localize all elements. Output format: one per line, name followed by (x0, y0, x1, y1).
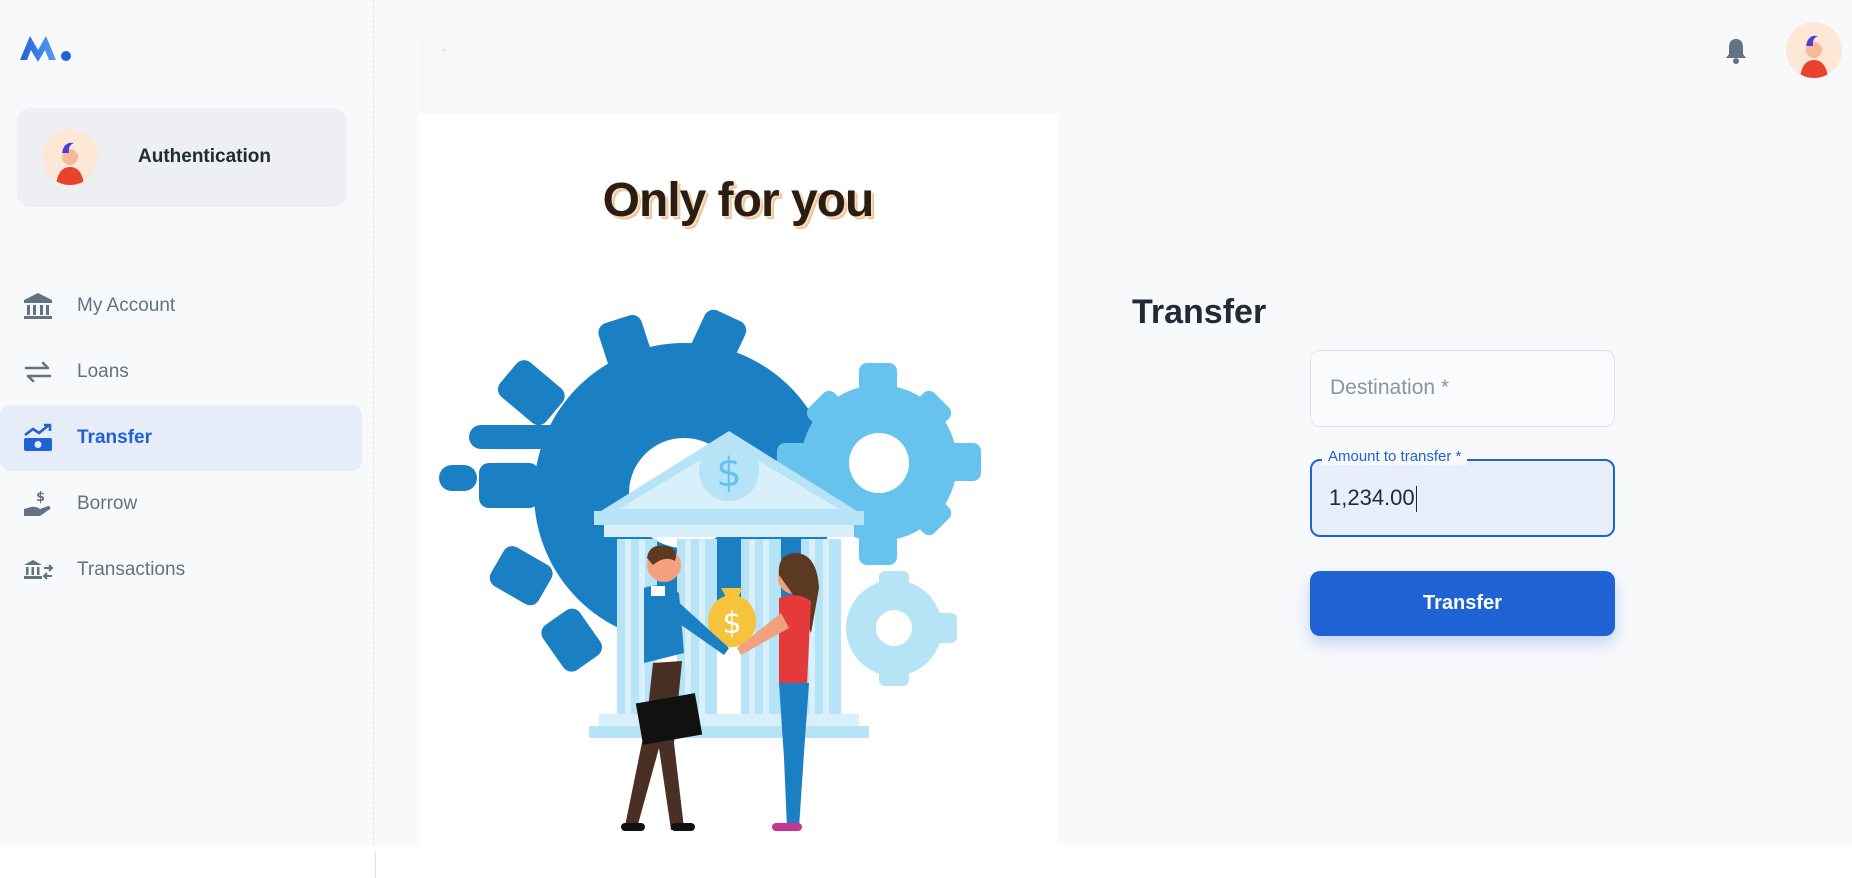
placeholder-dot: ° (442, 47, 446, 57)
sidebar-item-label: My Account (77, 295, 176, 316)
hand-dollar-icon: $ (22, 489, 54, 519)
account-card[interactable]: Authentication (17, 108, 347, 207)
amount-value: 1,234.00 (1329, 485, 1417, 513)
svg-text:$: $ (36, 490, 45, 505)
arrows-exchange-icon (22, 357, 54, 387)
sidebar-item-label: Loans (77, 361, 129, 382)
sidebar-item-label: Borrow (77, 493, 138, 514)
sidebar-item-label: Transfer (77, 427, 152, 448)
transfer-button[interactable]: Transfer (1310, 571, 1615, 636)
sidebar-item-transactions[interactable]: Transactions (0, 537, 362, 603)
bank-icon (22, 291, 54, 321)
promo-title: Only for you (602, 174, 875, 227)
amount-field[interactable]: Amount to transfer * 1,234.00 (1310, 448, 1615, 537)
destination-placeholder: Destination * (1330, 376, 1450, 399)
user-avatar-icon (42, 129, 98, 185)
sidebar-item-borrow[interactable]: $ Borrow (0, 471, 362, 537)
sidebar-item-label: Transactions (77, 559, 186, 580)
svg-text:$: $ (716, 450, 741, 496)
sidebar: Authentication My Account Loans Transfer… (0, 0, 374, 845)
destination-field[interactable]: Destination * (1310, 350, 1615, 427)
money-transfer-icon (22, 423, 54, 453)
amount-label: Amount to transfer * (1322, 448, 1468, 465)
svg-text:$: $ (722, 606, 741, 641)
bank-transfer-icon (22, 555, 54, 585)
divider (375, 851, 376, 878)
bank-handshake-illustration: $ $ (439, 303, 1039, 845)
m-logo-icon[interactable] (18, 32, 74, 64)
form-title: Transfer (1132, 293, 1267, 331)
search-bar-area: ° (420, 40, 1056, 114)
sidebar-item-loans[interactable]: Loans (0, 339, 362, 405)
account-name: Authentication (138, 146, 271, 167)
promo-card: Only for you $ $ (419, 113, 1057, 845)
bell-icon[interactable] (1722, 36, 1750, 66)
sidebar-item-transfer[interactable]: Transfer (0, 405, 362, 471)
user-avatar-icon[interactable] (1786, 22, 1842, 78)
bottom-strip (0, 845, 1852, 878)
sidebar-item-my-account[interactable]: My Account (0, 273, 362, 339)
